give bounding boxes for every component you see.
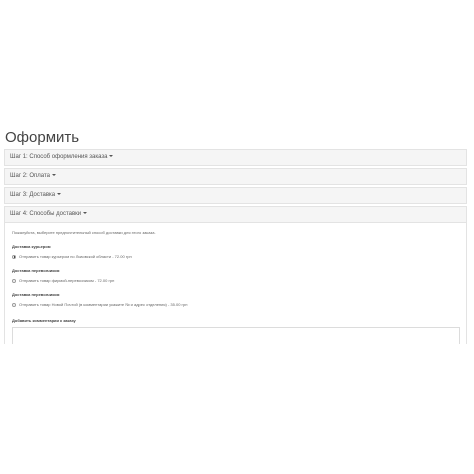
shipping-option-courier[interactable]: Отправить товар курьером по Львовской об… bbox=[12, 254, 459, 259]
shipping-option-carrier[interactable]: Отправить товар фирмой-перевозчиком - 72… bbox=[12, 278, 459, 283]
step-3-heading[interactable]: Шаг 3: Доставка bbox=[4, 187, 467, 204]
shipping-option-label: Отправить товар курьером по Львовской об… bbox=[19, 254, 132, 259]
radio-button[interactable] bbox=[12, 302, 16, 307]
checkout-accordion: Шаг 1: Способ оформления заказа Шаг 2: О… bbox=[4, 149, 467, 344]
step-3-label: Шаг 3: Доставка bbox=[10, 192, 56, 198]
radio-button[interactable] bbox=[12, 278, 16, 283]
step-4-label: Шаг 4: Способы доставки bbox=[10, 211, 82, 217]
caret-down-icon bbox=[109, 155, 114, 158]
shipping-group-title: Доставка курьером bbox=[12, 244, 51, 249]
step-2-label: Шаг 2: Оплата bbox=[10, 173, 51, 179]
shipping-option-label: Отправить товар фирмой-перевозчиком - 72… bbox=[19, 278, 115, 283]
step-1-label: Шаг 1: Способ оформления заказа bbox=[10, 154, 108, 160]
shipping-method-panel: Пожалуйста, выберите предпочтительный сп… bbox=[4, 223, 467, 344]
shipping-option-label: Отправить товар Новой Почтой (в коммента… bbox=[19, 302, 188, 307]
step-4-heading[interactable]: Шаг 4: Способы доставки bbox=[4, 206, 467, 223]
caret-down-icon bbox=[57, 193, 62, 196]
radio-button-checked[interactable] bbox=[12, 254, 16, 259]
comment-textarea[interactable] bbox=[12, 327, 460, 344]
step-2-heading[interactable]: Шаг 2: Оплата bbox=[4, 168, 467, 185]
shipping-group-title: Доставка перевозчиком bbox=[12, 292, 60, 297]
caret-down-icon bbox=[52, 174, 57, 177]
comment-label: Добавить комментарии к заказу bbox=[12, 318, 76, 323]
shipping-group-title: Доставка перевозчиком bbox=[12, 268, 60, 273]
page-title: Оформить bbox=[5, 129, 80, 146]
shipping-intro-text: Пожалуйста, выберите предпочтительный сп… bbox=[12, 230, 156, 235]
step-1-heading[interactable]: Шаг 1: Способ оформления заказа bbox=[4, 149, 467, 166]
caret-down-icon bbox=[83, 212, 88, 215]
shipping-option-nova-poshta[interactable]: Отправить товар Новой Почтой (в коммента… bbox=[12, 302, 459, 307]
